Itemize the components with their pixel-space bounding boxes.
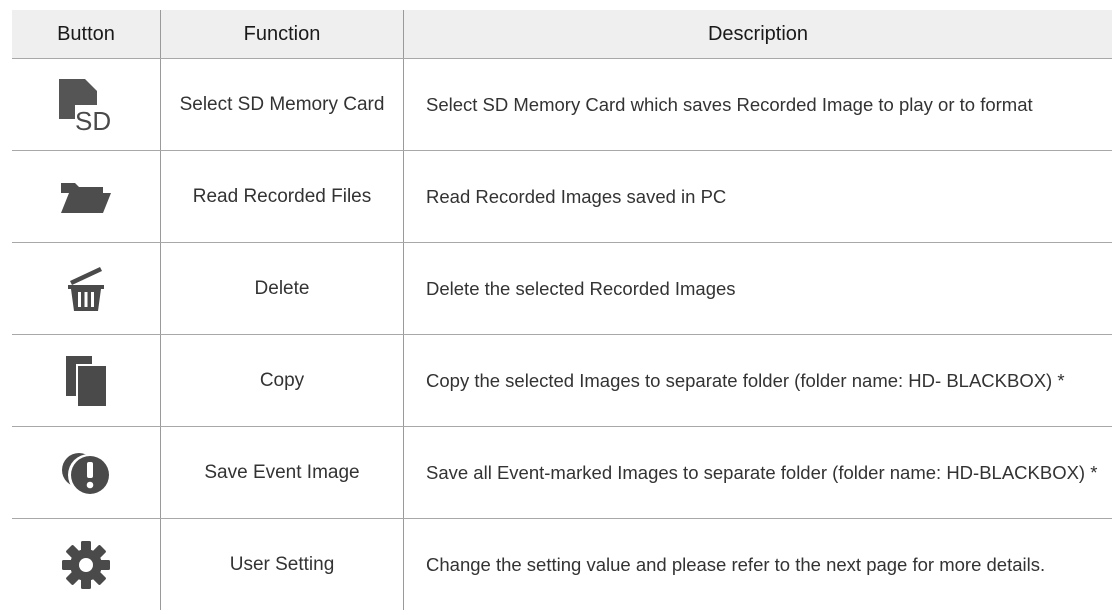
- function-label: Save Event Image: [160, 427, 403, 518]
- table-row: Save Event Image Save all Event-marked I…: [12, 426, 1112, 518]
- copy-icon[interactable]: [12, 335, 160, 426]
- function-label: Copy: [160, 335, 403, 426]
- table-row: User Setting Change the setting value an…: [12, 518, 1112, 610]
- table-header: Button Function Description: [12, 10, 1112, 58]
- function-label: User Setting: [160, 519, 403, 610]
- description-text: Read Recorded Images saved in PC: [403, 151, 1112, 242]
- sd-card-icon[interactable]: SD: [12, 59, 160, 150]
- table-row: SD Select SD Memory Card Select SD Memor…: [12, 58, 1112, 150]
- svg-text:SD: SD: [75, 106, 111, 135]
- description-text: Save all Event-marked Images to separate…: [403, 427, 1112, 518]
- description-text: Copy the selected Images to separate fol…: [403, 335, 1112, 426]
- gear-icon[interactable]: [12, 519, 160, 610]
- trash-icon[interactable]: [12, 243, 160, 334]
- folder-open-icon[interactable]: [12, 151, 160, 242]
- description-text: Select SD Memory Card which saves Record…: [403, 59, 1112, 150]
- function-label: Read Recorded Files: [160, 151, 403, 242]
- table-row: Read Recorded Files Read Recorded Images…: [12, 150, 1112, 242]
- description-text: Delete the selected Recorded Images: [403, 243, 1112, 334]
- header-description: Description: [403, 10, 1112, 58]
- header-button: Button: [57, 22, 115, 45]
- description-text: Change the setting value and please refe…: [403, 519, 1112, 610]
- event-alert-icon[interactable]: [12, 427, 160, 518]
- function-label: Delete: [160, 243, 403, 334]
- table-row: Copy Copy the selected Images to separat…: [12, 334, 1112, 426]
- button-function-table: Button Function Description SD Select SD…: [12, 10, 1112, 610]
- function-label: Select SD Memory Card: [160, 59, 403, 150]
- table-row: Delete Delete the selected Recorded Imag…: [12, 242, 1112, 334]
- header-function: Function: [160, 10, 403, 58]
